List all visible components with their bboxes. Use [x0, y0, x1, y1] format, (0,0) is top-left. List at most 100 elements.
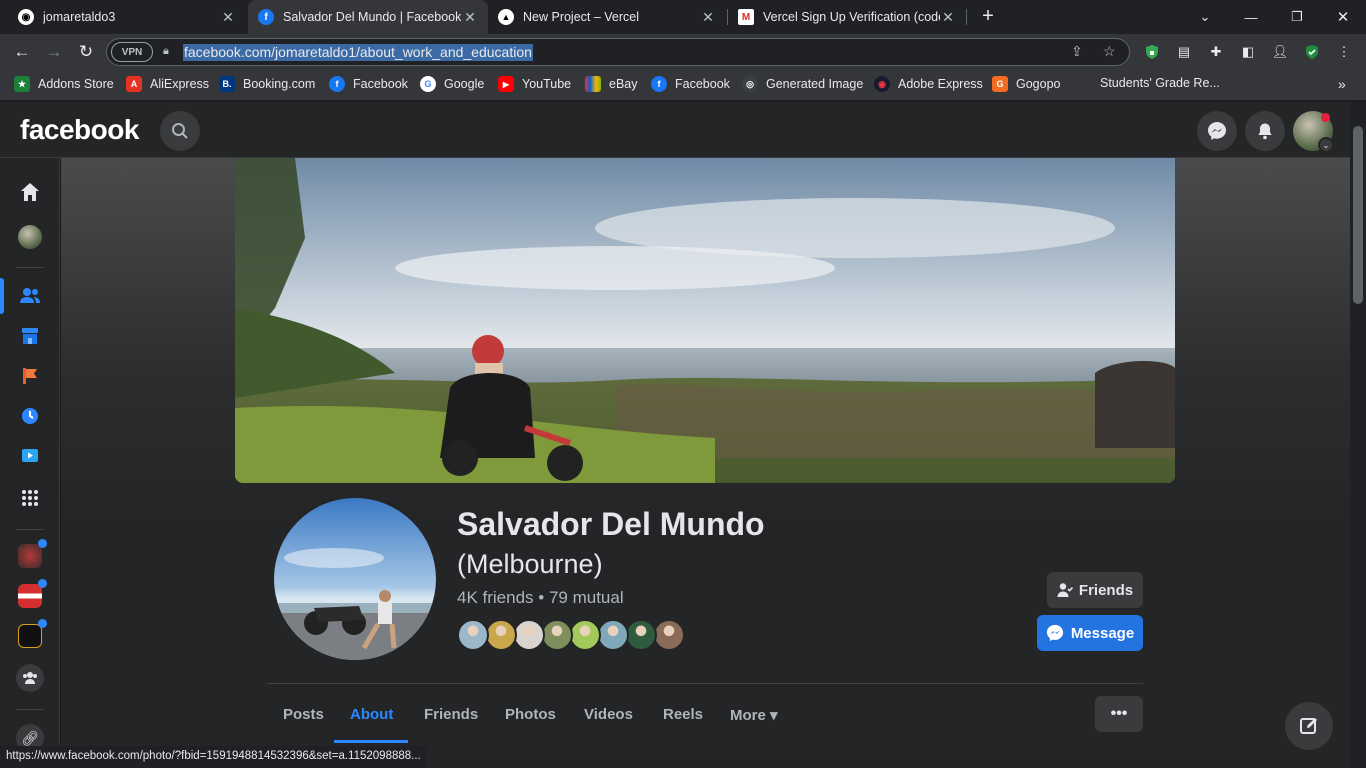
browser-tab-strip: ◉ jomaretaldo3 ✕ f Salvador Del Mundo | … [0, 0, 1366, 34]
bookmark-facebook[interactable]: f Facebook [329, 76, 408, 92]
tab-reels[interactable]: Reels [663, 706, 703, 723]
lock-icon[interactable]: 🔒︎ [163, 45, 169, 58]
gogopo-icon: G [992, 76, 1008, 92]
close-tab-icon[interactable]: ✕ [220, 9, 236, 26]
close-tab-icon[interactable]: ✕ [700, 9, 716, 26]
marketplace-icon[interactable] [16, 322, 44, 350]
gmail-icon: M [738, 9, 754, 25]
profile-tabs-divider [267, 683, 1143, 684]
mutual-friend-avatar[interactable] [569, 619, 601, 651]
reload-icon[interactable]: ↻ [74, 40, 98, 64]
bookmark-generated-image[interactable]: ◎ Generated Image [742, 76, 863, 92]
profile-shortcut-avatar[interactable] [16, 223, 44, 251]
message-button[interactable]: Message [1037, 615, 1143, 651]
friends-icon[interactable] [16, 282, 44, 310]
side-panel-icon[interactable]: ◧ [1238, 42, 1258, 62]
address-text[interactable]: facebook.com/jomaretaldo1/about_work_and… [183, 44, 533, 61]
mutual-friend-avatar[interactable] [653, 619, 685, 651]
tab-facebook[interactable]: f Salvador Del Mundo | Facebook ✕ [248, 0, 488, 34]
profile-alternate-name: (Melbourne) [457, 549, 603, 579]
tab-about[interactable]: About [350, 706, 393, 723]
account-menu-chevron-icon[interactable]: ⌄ [1318, 137, 1334, 153]
adobe-express-icon: ◉ [874, 76, 890, 92]
mutual-friend-avatar[interactable] [625, 619, 657, 651]
more-options-button[interactable]: ••• [1095, 696, 1143, 732]
groups-icon[interactable] [16, 664, 44, 692]
tab-title: Vercel Sign Up Verification (code [763, 10, 940, 24]
messenger-icon[interactable] [1197, 111, 1237, 151]
mutual-friend-avatar[interactable] [457, 619, 489, 651]
mutual-friend-avatar[interactable] [597, 619, 629, 651]
memories-clock-icon[interactable] [16, 402, 44, 430]
profile-name: Salvador Del Mundo [457, 506, 765, 542]
ebay-icon [585, 76, 601, 92]
close-tab-icon[interactable]: ✕ [462, 9, 478, 26]
tab-gmail[interactable]: M Vercel Sign Up Verification (code ✕ [728, 0, 966, 34]
close-window-button[interactable]: ✕ [1320, 0, 1366, 34]
github-icon: ◉ [18, 9, 34, 25]
bookmark-aliexpress[interactable]: A AliExpress [126, 76, 209, 92]
bookmark-students-grade[interactable]: Students' Grade Re... [1100, 76, 1220, 90]
bookmark-ebay[interactable]: eBay [585, 76, 638, 92]
profile-picture[interactable] [270, 494, 440, 664]
page-scrollbar[interactable] [1350, 102, 1366, 768]
restore-button[interactable]: ❐ [1274, 0, 1320, 34]
bookmark-star-icon[interactable]: ☆ [1103, 43, 1116, 60]
password-manager-icon[interactable] [1142, 42, 1162, 62]
tab-vercel[interactable]: ▲ New Project – Vercel ✕ [488, 0, 726, 34]
active-tab-underline [334, 740, 408, 743]
shield-extension-icon[interactable] [1302, 42, 1322, 62]
close-tab-icon[interactable]: ✕ [940, 9, 956, 26]
tab-friends[interactable]: Friends [424, 706, 478, 723]
new-message-compose-icon[interactable] [1285, 702, 1333, 750]
search-icon[interactable] [160, 111, 200, 151]
back-icon[interactable]: ← [10, 40, 34, 64]
minimize-button[interactable]: — [1228, 0, 1274, 34]
friends-button[interactable]: Friends [1047, 572, 1143, 608]
address-bar[interactable]: VPN 🔒︎ facebook.com/jomaretaldo1/about_w… [106, 38, 1130, 66]
mutual-friends-avatars [457, 619, 689, 651]
tab-title: jomaretaldo3 [43, 10, 116, 24]
home-icon[interactable] [16, 178, 44, 206]
forward-icon[interactable]: → [42, 40, 66, 64]
facebook-header: facebook ⌄ [0, 102, 1350, 158]
profile-icon[interactable]: 👤︎ [1270, 42, 1290, 62]
tab-github[interactable]: ◉ jomaretaldo3 ✕ [8, 0, 246, 34]
vercel-icon: ▲ [498, 9, 514, 25]
friends-count[interactable]: 4K friends • 79 mutual [457, 588, 624, 608]
bookmark-facebook-2[interactable]: f Facebook [651, 76, 730, 92]
bookmark-booking[interactable]: B. Booking.com [219, 76, 315, 92]
tab-posts[interactable]: Posts [283, 706, 324, 723]
facebook-logo[interactable]: facebook [20, 114, 139, 146]
tab-videos[interactable]: Videos [584, 706, 633, 723]
scrollbar-thumb[interactable] [1353, 126, 1363, 304]
tab-photos[interactable]: Photos [505, 706, 556, 723]
watch-video-icon[interactable] [16, 442, 44, 470]
bookmarks-overflow-icon[interactable]: » [1338, 76, 1346, 92]
share-icon[interactable]: ⇪ [1071, 43, 1083, 60]
page-icon[interactable]: ▤ [1174, 42, 1194, 62]
browser-menu-icon[interactable]: ⋮ [1334, 42, 1354, 62]
bookmark-addons-store[interactable]: ★ Addons Store [14, 76, 114, 92]
tab-search-icon[interactable]: ⌄ [1182, 0, 1228, 34]
bookmark-youtube[interactable]: ▶ YouTube [498, 76, 571, 92]
tab-more[interactable]: More ▾ [730, 706, 778, 724]
cover-photo[interactable] [235, 158, 1175, 483]
vpn-badge[interactable]: VPN [111, 42, 153, 62]
mutual-friend-avatar[interactable] [513, 619, 545, 651]
mutual-friend-avatar[interactable] [541, 619, 573, 651]
unread-dot [38, 539, 47, 548]
google-icon: G [420, 76, 436, 92]
new-tab-button[interactable]: + [976, 5, 1000, 29]
mutual-friend-avatar[interactable] [485, 619, 517, 651]
generated-image-icon: ◎ [742, 76, 758, 92]
link-hover-status: https://www.facebook.com/photo/?fbid=159… [0, 746, 427, 768]
bookmark-gogopo[interactable]: G Gogopo [992, 76, 1060, 92]
notifications-bell-icon[interactable] [1245, 111, 1285, 151]
pages-flag-icon[interactable] [16, 362, 44, 390]
messenger-icon [1046, 624, 1063, 642]
bookmark-adobe-express[interactable]: ◉ Adobe Express [874, 76, 983, 92]
all-menu-grid-icon[interactable] [16, 484, 44, 512]
bookmark-google[interactable]: G Google [420, 76, 484, 92]
extensions-icon[interactable]: ✚ [1206, 42, 1226, 62]
